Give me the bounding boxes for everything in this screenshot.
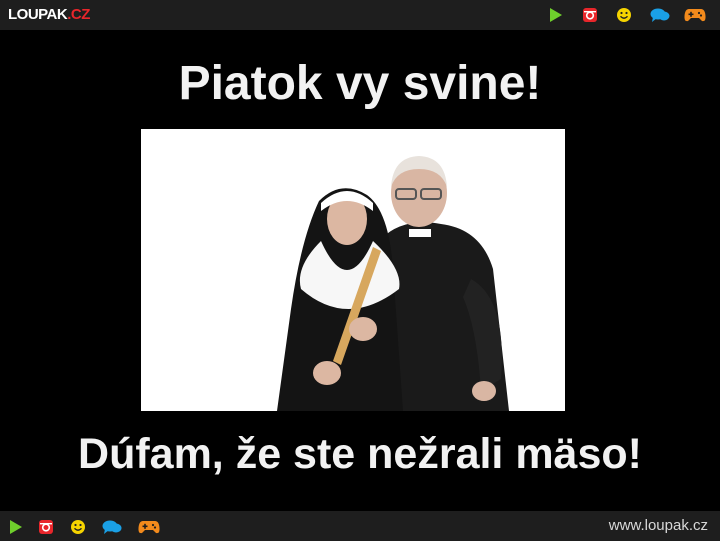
bottom-bar: www.loupak.cz bbox=[0, 511, 720, 541]
meme-photo bbox=[141, 129, 565, 411]
top-bar: LOUPAK.CZ bbox=[0, 0, 720, 30]
meme-top-text: Piatok vy svine! bbox=[178, 57, 542, 110]
chat-icon[interactable] bbox=[642, 5, 676, 25]
play-icon[interactable] bbox=[8, 517, 38, 537]
gamepad-icon[interactable] bbox=[138, 517, 168, 537]
site-url[interactable]: www.loupak.cz bbox=[609, 517, 708, 535]
logo-main: LOUPAK bbox=[8, 6, 68, 23]
meme-bottom-text: Dúfam, že ste nežrali mäso! bbox=[78, 430, 642, 478]
top-icon-group bbox=[540, 5, 710, 25]
site-logo[interactable]: LOUPAK.CZ bbox=[8, 6, 90, 24]
instagram-icon[interactable] bbox=[38, 517, 70, 537]
bottom-icon-group bbox=[8, 517, 168, 537]
instagram-icon[interactable] bbox=[574, 5, 608, 25]
smiley-icon[interactable] bbox=[608, 5, 642, 25]
smiley-icon[interactable] bbox=[70, 517, 102, 537]
logo-tld: .CZ bbox=[67, 6, 90, 23]
play-icon[interactable] bbox=[540, 5, 574, 25]
nun-and-priest-illustration bbox=[141, 129, 565, 411]
gamepad-icon[interactable] bbox=[676, 5, 710, 25]
chat-icon[interactable] bbox=[102, 517, 138, 537]
